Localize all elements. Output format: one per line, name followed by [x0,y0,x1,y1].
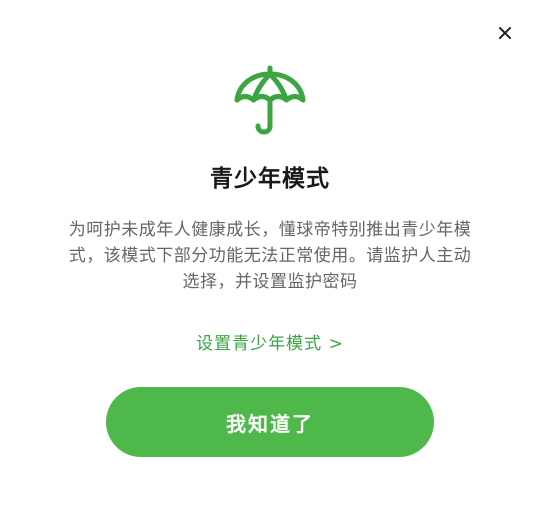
dialog-title: 青少年模式 [210,166,330,192]
acknowledge-button-label: 我知道了 [226,411,314,436]
teen-mode-dialog: 青少年模式 为呵护未成年人健康成长，懂球帝特别推出青少年模式，该模式下部分功能无… [0,0,540,512]
acknowledge-button[interactable]: 我知道了 [106,387,434,457]
setup-teen-mode-link[interactable]: 设置青少年模式 > [0,329,540,354]
close-icon [499,27,511,39]
umbrella-icon [232,64,308,140]
close-button[interactable] [494,22,516,44]
dialog-description: 为呵护未成年人健康成长，懂球帝特别推出青少年模式，该模式下部分功能无法正常使用。… [68,220,472,292]
